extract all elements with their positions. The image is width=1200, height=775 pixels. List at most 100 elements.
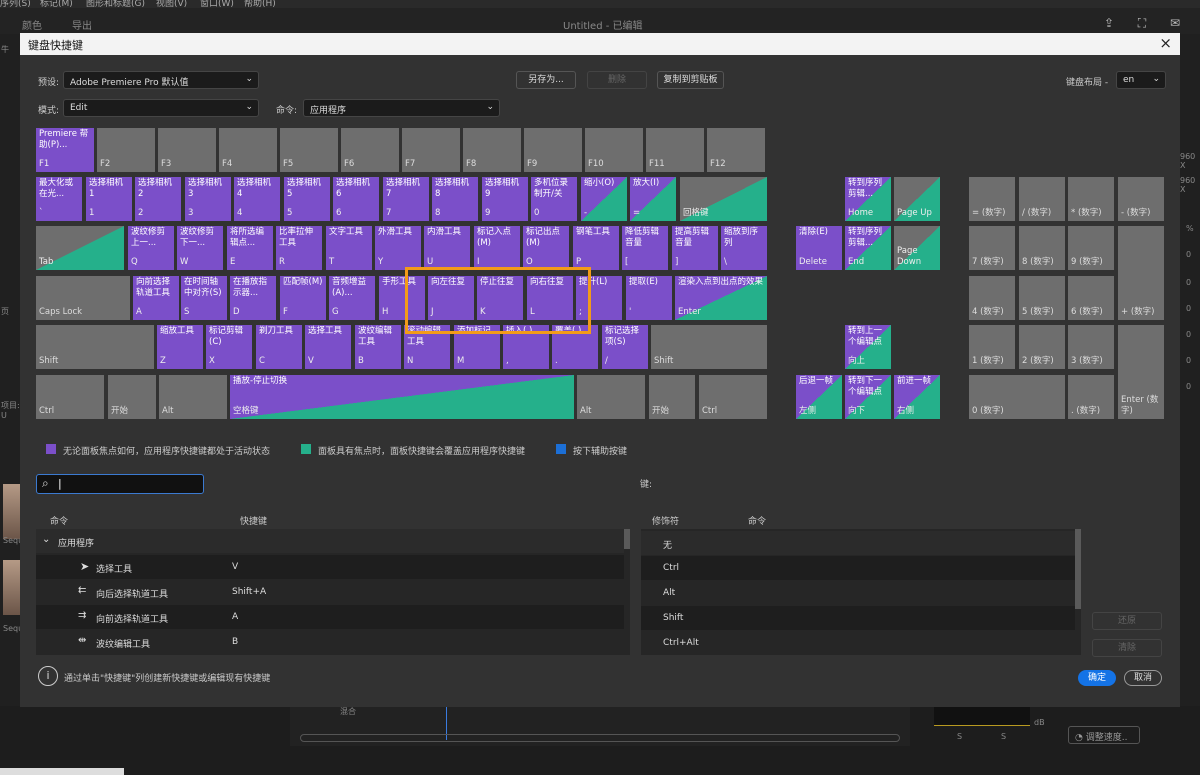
key-[interactable]: 覆盖(.). [552,325,598,369]
key-page-down[interactable]: Page Down [894,226,940,270]
key-[interactable]: 插入(,), [503,325,549,369]
column-header-modifier[interactable]: 修饰符 [652,514,679,527]
clear-button[interactable]: 清除 [1092,639,1162,657]
key-[interactable]: 播放-停止切换 空格键 [230,375,574,419]
key-5[interactable]: 选择相机 5 5 [284,177,330,221]
key-5[interactable]: 5 (数字) [1019,276,1065,320]
preset-select[interactable]: Adobe Premiere Pro 默认值 ⌄ [63,71,259,89]
key-t[interactable]: 文字工具 T [326,226,372,270]
key-4[interactable]: 选择相机 4 4 [234,177,280,221]
key-[interactable]: 转到下一个编辑点 向下 [845,375,891,419]
sequence-thumbnail[interactable] [3,560,21,615]
modifiers-scrollbar[interactable] [1075,529,1081,609]
key-delete[interactable]: 清除(E) Delete [796,226,842,270]
key-f12[interactable]: F12 [707,128,765,172]
key-[interactable]: 开始 [649,375,695,419]
key-[interactable]: 缩放到序列 \ [721,226,767,270]
nav-color[interactable]: 颜色 [22,17,42,32]
search-input[interactable]: ⌕ | [36,474,204,494]
shortcut-value[interactable]: Shift+A [232,587,266,597]
modifier-row[interactable]: Shift [641,606,1075,630]
notification-icon[interactable]: ✉ [1168,16,1182,30]
key-[interactable]: 回格键 [680,177,767,221]
key-4[interactable]: 4 (数字) [969,276,1015,320]
key-tab[interactable]: Tab [36,226,124,270]
key-f6[interactable]: F6 [341,128,399,172]
key-2[interactable]: 选择相机 2 2 [135,177,181,221]
column-header-shortcut[interactable]: 快捷键 [240,514,267,527]
key-o[interactable]: 标记出点(M) O [523,226,569,270]
key-f10[interactable]: F10 [585,128,643,172]
key-7[interactable]: 选择相机 7 7 [383,177,429,221]
table-row[interactable]: ⇇ 向后选择轨道工具 Shift+A [36,580,624,604]
key-enter[interactable]: Enter (数字) [1118,325,1164,419]
key-f3[interactable]: F3 [158,128,216,172]
key-z[interactable]: 缩放工具 Z [157,325,203,369]
key-[interactable]: . (数字) [1068,375,1114,419]
key-h[interactable]: 手形工具 H [379,276,425,320]
key-[interactable]: 标记选择项(S) / [602,325,648,369]
key-3[interactable]: 3 (数字) [1068,325,1114,369]
delete-button[interactable]: 删除 [587,71,647,89]
column-header-modifier-command[interactable]: 命令 [748,514,766,527]
key-k[interactable]: 停止往复 K [477,276,523,320]
key-f2[interactable]: F2 [97,128,155,172]
key-j[interactable]: 向左往复 J [428,276,474,320]
key-alt[interactable]: Alt [159,375,227,419]
key-0[interactable]: 0 (数字) [969,375,1065,419]
key-b[interactable]: 波纹编辑工具 B [355,325,401,369]
key-[interactable]: / (数字) [1019,177,1065,221]
key-0[interactable]: 多机位录制开/关 0 [531,177,577,221]
key-[interactable]: 降低剪辑音量 [ [622,226,668,270]
modifier-row[interactable]: 无 [641,531,1075,555]
shortcut-value[interactable]: A [232,612,238,622]
key-[interactable]: 开始 [108,375,156,419]
command-select[interactable]: 应用程序 ⌄ [303,99,500,117]
key-[interactable]: + (数字) [1118,226,1164,320]
key-f[interactable]: 匹配帧(M) F [280,276,326,320]
key-[interactable]: - (数字) [1118,177,1164,221]
key-[interactable]: = (数字) [969,177,1015,221]
key-[interactable]: 提取(E) ' [626,276,672,320]
shortcut-value[interactable]: V [232,562,238,572]
key-l[interactable]: 向右往复 L [527,276,573,320]
key-d[interactable]: 在播放指示器... D [230,276,276,320]
copy-to-clipboard-button[interactable]: 复制到剪贴板 [657,71,724,89]
key-[interactable]: 提升(L); [576,276,622,320]
key-a[interactable]: 向前选择轨道工具 A [133,276,179,320]
group-row[interactable]: ⌄ 应用程序 [36,529,624,553]
fullscreen-icon[interactable]: ⛶ [1135,16,1149,30]
sequence-thumbnail[interactable] [3,484,21,539]
keyboard-layout-select[interactable]: en ⌄ [1116,71,1166,89]
undo-button[interactable]: 还原 [1092,612,1162,630]
key-7[interactable]: 7 (数字) [969,226,1015,270]
key-alt[interactable]: Alt [577,375,645,419]
table-row[interactable]: ➤ 选择工具 V [36,555,624,579]
key-f5[interactable]: F5 [280,128,338,172]
key-p[interactable]: 钢笔工具 P [573,226,619,270]
menu-sequence[interactable]: 序列(S) [0,0,31,8]
key-i[interactable]: 标记入点(M) I [474,226,520,270]
key-8[interactable]: 8 (数字) [1019,226,1065,270]
key-[interactable]: 后退一帧 左侧 [796,375,842,419]
table-row[interactable]: ⇹ 波纹编辑工具 B [36,630,624,654]
key-m[interactable]: 添加标记 M [454,325,500,369]
menu-window[interactable]: 窗口(W) [200,0,234,8]
close-icon[interactable]: × [1159,34,1172,52]
modifier-row[interactable]: Ctrl+Alt [641,631,1075,655]
key-[interactable]: 缩小(O) - [581,177,627,221]
key-x[interactable]: 标记剪辑(C) X [206,325,252,369]
key-6[interactable]: 选择相机 6 6 [333,177,379,221]
key-g[interactable]: 音频增益(A)... G [329,276,375,320]
key-[interactable]: 前进一帧 右侧 [894,375,940,419]
key-w[interactable]: 波纹修剪下一... W [177,226,223,270]
adjust-speed-button[interactable]: ◔ 调整速度.. [1068,726,1140,744]
key-[interactable]: 放大(I) = [630,177,676,221]
key-f1[interactable]: Premiere 帮助(P)... F1 [36,128,94,172]
key-2[interactable]: 2 (数字) [1019,325,1065,369]
menu-view[interactable]: 视图(V) [156,0,187,8]
key-page-up[interactable]: Page Up [894,177,940,221]
key-s[interactable]: 在时间轴中对齐(S) S [181,276,227,320]
shortcut-value[interactable]: B [232,637,238,647]
ok-button[interactable]: 确定 [1078,670,1116,686]
